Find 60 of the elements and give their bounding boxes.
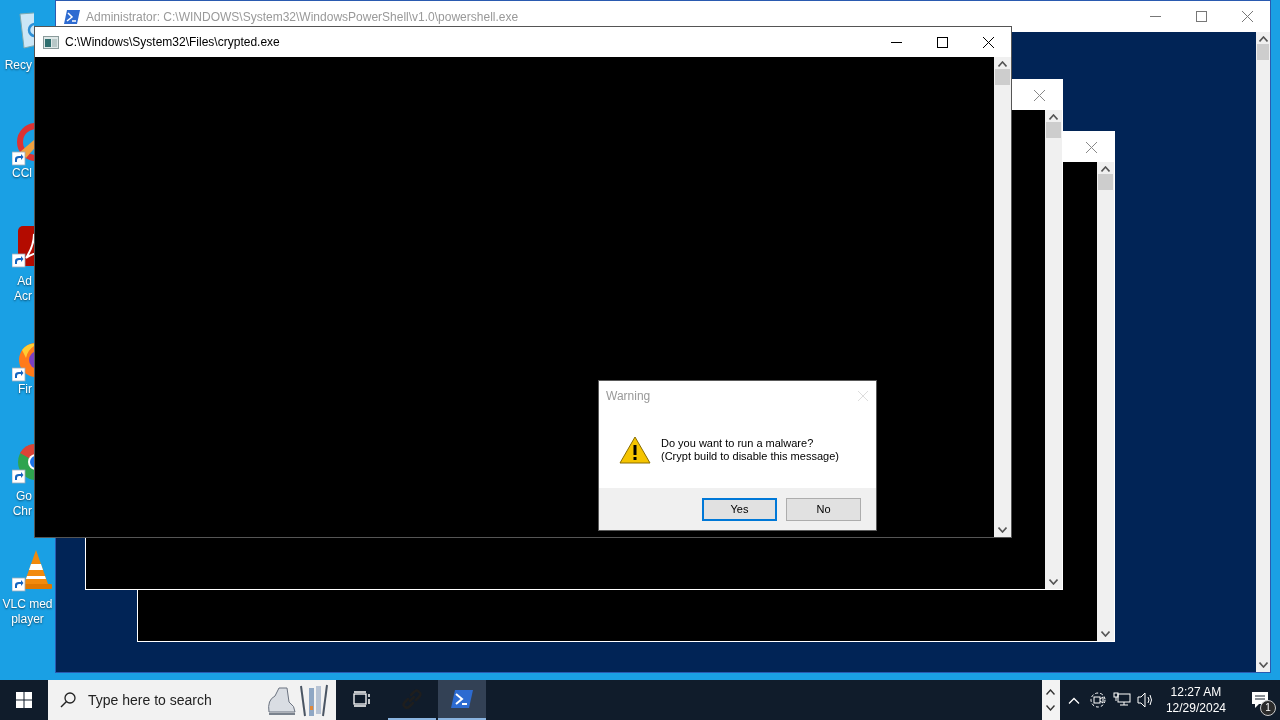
notification-count: 1 [1260,700,1276,716]
maximize-icon [936,36,948,48]
icon-label: Acr [14,289,32,304]
icon-label: Ad [17,274,32,289]
close-icon [982,36,994,48]
scroll-up-icon[interactable] [1258,36,1268,42]
search-bar[interactable]: Type here to search [48,680,336,720]
dialog-message: (Crypt build to disable this message) [661,449,839,463]
scroll-down-icon[interactable] [1046,705,1056,711]
search-input[interactable]: Type here to search [86,691,265,709]
window-title: C:\Windows\System32\Files\crypted.exe [65,35,280,49]
tray-scroller[interactable] [1041,680,1060,720]
close-icon [1085,141,1097,153]
scrollbar[interactable] [994,57,1011,537]
scrollbar[interactable] [1097,162,1114,641]
icon-label: Go [16,489,32,504]
scrollbar[interactable] [1256,32,1270,672]
icon-label: CCl [12,166,32,181]
scroll-thumb[interactable] [1098,174,1113,190]
camera-icon [1089,692,1106,708]
scroll-down-icon[interactable] [998,527,1007,533]
network-icon [1112,692,1131,708]
scroll-up-icon[interactable] [998,61,1007,67]
traffic-cone-icon[interactable] [12,548,55,592]
icon-label: VLC med [2,597,53,612]
start-icon [16,692,32,708]
scroll-up-icon[interactable] [1046,689,1056,695]
speaker-icon [1136,692,1155,708]
icon-label: Recy [4,58,32,73]
dialog-button[interactable]: Yes [702,497,777,521]
scroll-up-icon[interactable] [1049,114,1058,120]
chevron-up-icon [1067,696,1080,704]
scroll-thumb[interactable] [1046,122,1061,138]
close-icon [1033,89,1045,101]
dialog-button[interactable]: No [786,497,861,521]
taskbar-app-button[interactable] [438,680,486,720]
scroll-thumb[interactable] [1257,44,1269,60]
terminal-icon [64,9,80,24]
window-title: Administrator: C:\WINDOWS\System32\WindowsPowerShell\v1.0\powershell.exe [86,9,519,24]
notifications-button[interactable]: 1 [1240,680,1280,720]
icon-label: player [11,612,44,627]
brush-icon[interactable] [12,122,34,166]
icon-label: Chr [12,504,32,519]
dialog-message: Do you want to run a malware? [661,436,815,450]
terminal-icon [451,690,473,708]
search-icon [60,692,76,708]
console-window-icon [43,35,59,49]
close-icon [1241,11,1253,22]
clock[interactable]: 12:27 AM 12/29/2024 [1157,680,1234,720]
scroll-down-icon[interactable] [1101,631,1110,637]
icon-label: Fir [18,382,32,397]
task-view-icon [353,691,371,707]
scroll-down-icon[interactable] [1049,579,1058,585]
scroll-thumb[interactable] [995,69,1010,85]
dialog-title: Warning [606,389,651,403]
warning-icon [619,435,651,464]
scroll-down-icon[interactable] [1258,662,1268,668]
scroll-up-icon[interactable] [1101,166,1110,172]
maximize-icon [1195,11,1207,22]
scrollbar[interactable] [1045,110,1062,589]
